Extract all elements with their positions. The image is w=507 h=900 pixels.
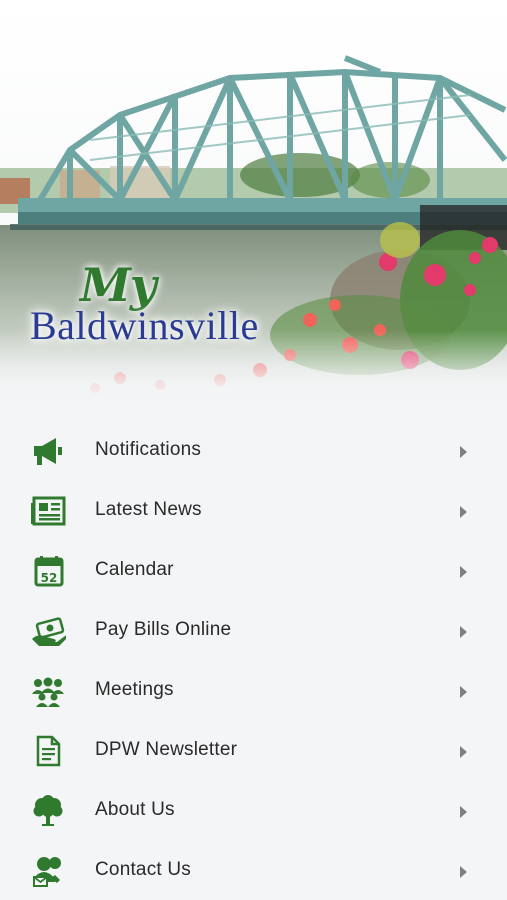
chevron-right-icon (460, 686, 467, 698)
menu-label-contact-us: Contact Us (95, 859, 191, 880)
menu-item-calendar[interactable]: 52 Calendar (0, 540, 507, 600)
menu-label-notifications: Notifications (95, 439, 202, 460)
chevron-right-icon (460, 746, 467, 758)
menu-item-latest-news[interactable]: Latest News (0, 480, 507, 540)
chevron-right-icon (460, 566, 467, 578)
menu-label-about-us: About Us (95, 799, 175, 820)
hero-banner: My Baldwinsville (0, 0, 507, 405)
tree-icon (33, 795, 63, 826)
chevron-right-icon (460, 806, 467, 818)
menu-label-meetings: Meetings (95, 679, 174, 700)
main-menu: Notifications Latest News 52 Calendar Pa… (0, 420, 507, 900)
money-hand-icon (32, 617, 66, 646)
menu-label-dpw-newsletter: DPW Newsletter (95, 739, 238, 760)
chevron-right-icon (460, 506, 467, 518)
newspaper-icon (31, 496, 66, 526)
menu-label-pay-bills: Pay Bills Online (95, 619, 232, 640)
calendar-icon: 52 (34, 556, 64, 587)
menu-item-meetings[interactable]: Meetings (0, 660, 507, 720)
menu-label-calendar: Calendar (95, 559, 174, 580)
menu-label-latest-news: Latest News (95, 499, 202, 520)
calendar-icon-text: 52 (41, 571, 58, 585)
menu-item-pay-bills[interactable]: Pay Bills Online (0, 600, 507, 660)
group-icon (32, 677, 64, 707)
document-icon (36, 735, 61, 767)
chevron-right-icon (460, 446, 467, 458)
menu-item-dpw-newsletter[interactable]: DPW Newsletter (0, 720, 507, 780)
chevron-right-icon (460, 866, 467, 878)
contact-icon (33, 857, 61, 887)
menu-item-contact-us[interactable]: Contact Us (0, 840, 507, 900)
megaphone-icon (34, 438, 62, 465)
app-logo: My Baldwinsville (30, 258, 310, 353)
logo-town-text: Baldwinsville (30, 303, 259, 348)
chevron-right-icon (460, 626, 467, 638)
menu-item-about-us[interactable]: About Us (0, 780, 507, 840)
menu-item-notifications[interactable]: Notifications (0, 420, 507, 480)
